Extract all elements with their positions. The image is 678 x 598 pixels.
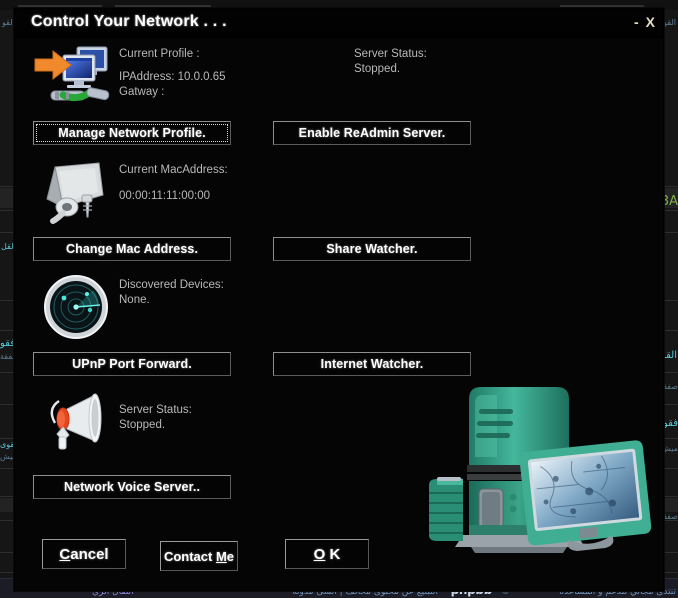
- upnp-port-forward-button[interactable]: UPnP Port Forward.: [33, 352, 231, 376]
- dialog-title: Control Your Network . . .: [31, 13, 227, 30]
- server-tower-monitor-illustration: [423, 381, 655, 566]
- label: Gatway :: [119, 86, 165, 98]
- section-network-profile: Current Profile : IPAddress: 10.0.0.65 G…: [15, 43, 663, 158]
- profile-info: Current Profile : IPAddress: 10.0.0.65 G…: [119, 47, 226, 100]
- ok-button[interactable]: O K: [285, 539, 369, 569]
- background-text: فقو: [662, 418, 678, 429]
- background-text: فقو: [0, 338, 16, 349]
- contact-label: Contact Me: [163, 548, 235, 564]
- cancel-label: Cancel: [59, 545, 109, 563]
- change-mac-address-button[interactable]: Change Mac Address.: [33, 237, 231, 261]
- network-profile-icon: [33, 43, 119, 109]
- section-device-discovery: Discovered Devices: None. UPnP Port Forw…: [15, 274, 663, 389]
- background-text: القو: [2, 18, 15, 27]
- manage-network-profile-button[interactable]: Manage Network Profile.: [33, 121, 231, 145]
- label: Stopped.: [119, 419, 166, 431]
- megaphone-voice-icon: [33, 389, 119, 455]
- network-voice-server-button[interactable]: Network Voice Server..: [33, 475, 231, 499]
- mac-address-icon: [33, 159, 119, 225]
- voice-server-info: Server Status: Stopped.: [119, 403, 192, 433]
- dialog-titlebar[interactable]: Control Your Network . . . - X: [15, 9, 663, 39]
- readmin-server-status: Server Status: Stopped.: [354, 47, 427, 77]
- section-mac-address: Current MacAddress: 00:00:11:11:00:00 Ch…: [15, 159, 663, 274]
- minimize-icon[interactable]: -: [634, 15, 639, 29]
- label: Stopped.: [354, 63, 401, 75]
- close-icon[interactable]: X: [646, 15, 655, 29]
- share-watcher-button[interactable]: Share Watcher.: [273, 237, 471, 261]
- mac-info: Current MacAddress: 00:00:11:11:00:00: [119, 163, 228, 204]
- control-your-network-dialog: Control Your Network . . . - X Current P…: [14, 8, 664, 591]
- label: Server Status:: [354, 48, 427, 60]
- radar-discovery-icon: [33, 274, 119, 340]
- ok-label: O K: [313, 545, 341, 563]
- background-text: القو: [663, 18, 676, 27]
- label: None.: [119, 294, 150, 306]
- label: Server Status:: [119, 404, 192, 416]
- mac-address-value: 00:00:11:11:00:00: [119, 190, 211, 202]
- discovery-info: Discovered Devices: None.: [119, 278, 224, 308]
- label: IPAddress: 10.0.0.65: [119, 71, 226, 83]
- label: Discovered Devices:: [119, 279, 224, 291]
- enable-readmin-server-button[interactable]: Enable ReAdmin Server.: [273, 121, 471, 145]
- label: Current Profile :: [119, 48, 200, 60]
- cancel-button[interactable]: Cancel: [42, 539, 126, 569]
- contact-me-button[interactable]: Contact Me: [160, 541, 238, 571]
- label: Current MacAddress:: [119, 164, 228, 176]
- internet-watcher-button[interactable]: Internet Watcher.: [273, 352, 471, 376]
